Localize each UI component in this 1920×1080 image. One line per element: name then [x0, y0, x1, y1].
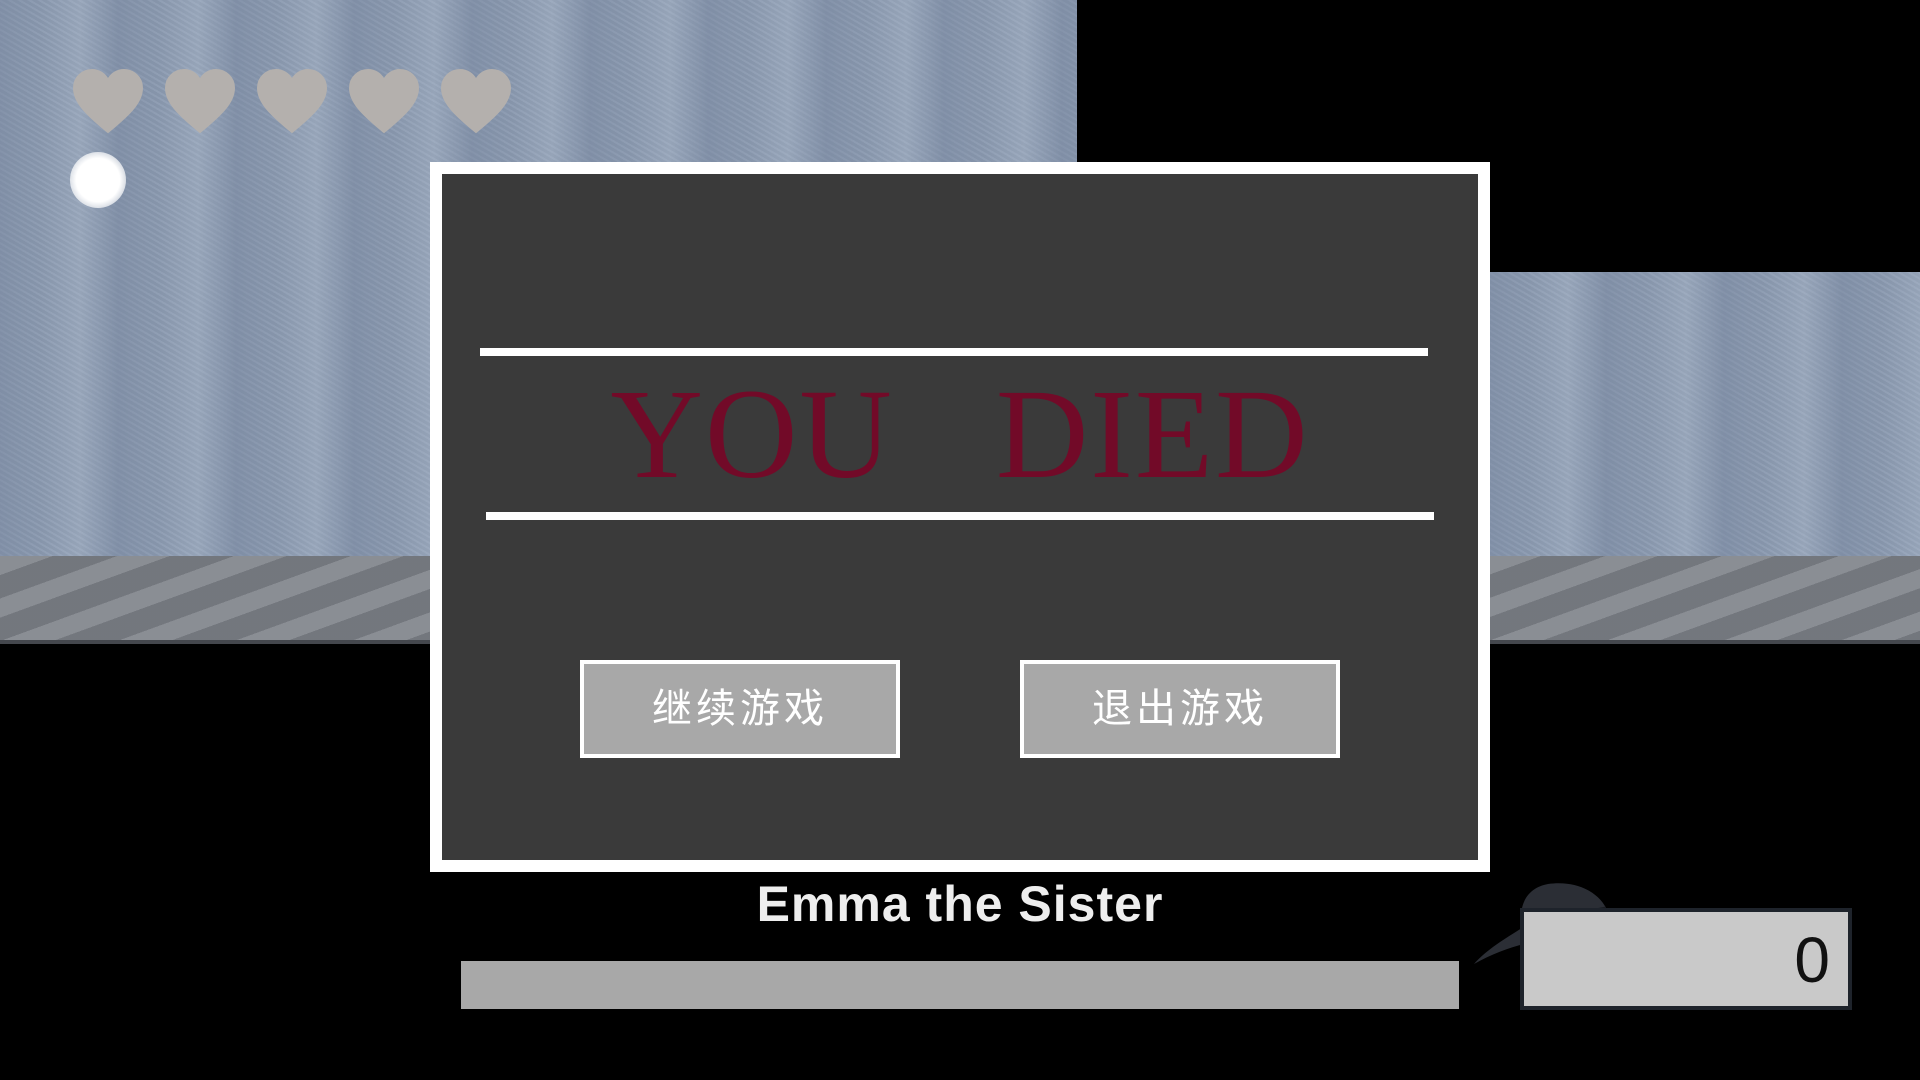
quit-game-button[interactable]: 退出游戏: [1020, 660, 1340, 758]
death-dialog-panel: YOU DIED 继续游戏 退出游戏: [442, 174, 1478, 860]
continue-game-button[interactable]: 继续游戏: [580, 660, 900, 758]
boss-name: Emma the Sister: [756, 876, 1164, 932]
game-scene: YOU DIED 继续游戏 退出游戏 Emma the Sister 0: [0, 0, 1920, 1080]
heart-icon: [348, 68, 420, 134]
heart-icon: [72, 68, 144, 134]
title-divider-top: [480, 348, 1428, 356]
curtain-background-right: [1488, 272, 1920, 556]
heart-icon: [256, 68, 328, 134]
wooden-floor-left: [0, 556, 440, 644]
heart-icon: [164, 68, 236, 134]
wooden-floor-right: [1488, 556, 1920, 644]
score-value: 0: [1794, 924, 1830, 996]
death-title: YOU DIED: [610, 363, 1310, 505]
title-divider-bottom: [486, 512, 1434, 520]
boss-health-bar: [461, 961, 1459, 1009]
health-hearts: [72, 68, 512, 134]
score-counter: 0: [1520, 908, 1852, 1010]
light-orb-icon: [70, 152, 126, 208]
boss-health-fill: [461, 961, 1459, 1009]
heart-icon: [440, 68, 512, 134]
death-dialog: YOU DIED 继续游戏 退出游戏: [430, 162, 1490, 872]
